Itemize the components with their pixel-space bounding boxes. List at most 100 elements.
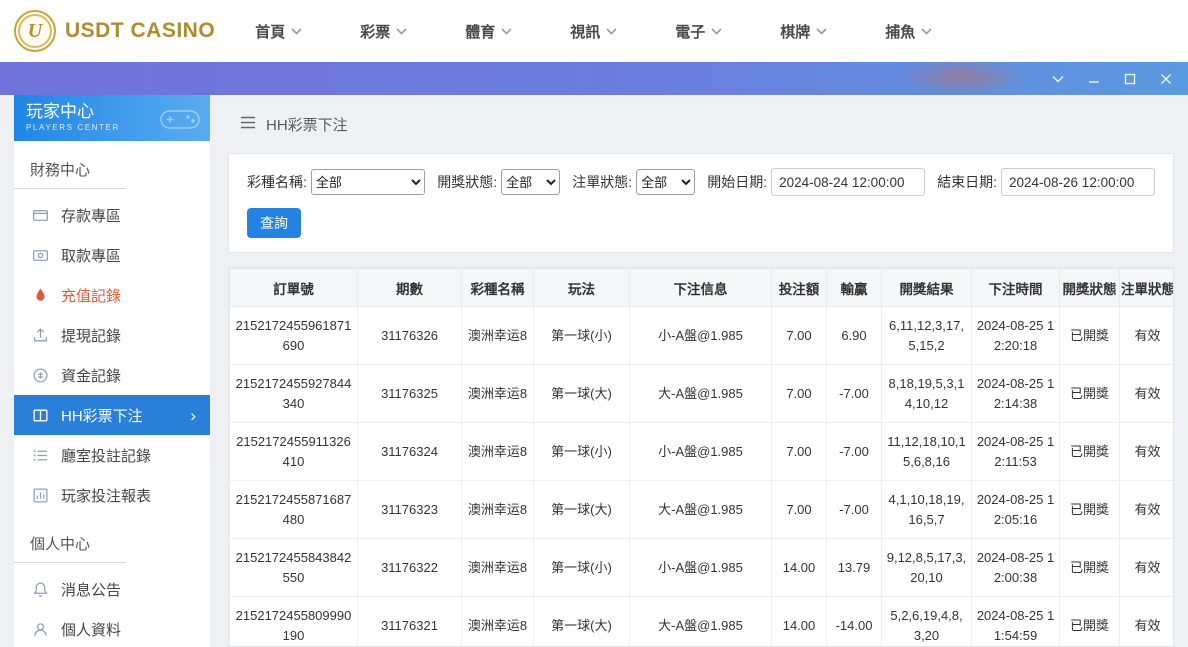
cell-lottery: 澳洲幸运8 [461, 306, 534, 365]
nav-label: 棋牌 [780, 23, 811, 41]
report-icon [32, 487, 49, 504]
nav-item-video[interactable]: 視訊 [570, 21, 617, 42]
nav-label: 視訊 [570, 23, 601, 41]
brand-logo[interactable]: U USDT CASINO [14, 10, 215, 52]
cell-draw-status: 已開獎 [1059, 306, 1120, 365]
cell-draw-status: 已開獎 [1059, 422, 1120, 481]
cell-result: 5,2,6,19,4,8,3,20 [881, 596, 972, 646]
cell-order-no: 2152172455961871690 [229, 306, 358, 365]
cell-lottery: 澳洲幸运8 [461, 480, 534, 539]
cell-lottery: 澳洲幸运8 [461, 538, 534, 597]
start-date-input[interactable] [771, 168, 926, 196]
sidebar-item-cashout-record[interactable]: 提現記錄 [14, 315, 210, 355]
nav-item-sports[interactable]: 體育 [465, 21, 512, 42]
lottery-icon [32, 407, 49, 424]
bets-table: 訂單號 期數 彩種名稱 玩法 下注信息 投注額 輸贏 開獎結果 下注時間 開獎狀… [229, 268, 1173, 646]
col-lottery-name: 彩種名稱 [461, 268, 534, 307]
nav-item-home[interactable]: 首頁 [255, 21, 302, 42]
table-row: 2152172455843842550 31176322 澳洲幸运8 第一球(小… [229, 538, 1173, 597]
cell-amount: 14.00 [771, 596, 827, 646]
sidebar-item-hh-lottery-bets[interactable]: HH彩票下注 › [14, 395, 210, 435]
chevron-down-icon [501, 27, 512, 35]
table-row: 2152172455927844340 31176325 澳洲幸运8 第一球(大… [229, 364, 1173, 423]
recharge-icon [32, 287, 49, 304]
cell-order-status: 有效 [1119, 480, 1173, 539]
nav-label: 彩票 [360, 23, 391, 41]
cell-play: 第一球(小) [533, 422, 630, 481]
cell-bet-info: 小-A盤@1.985 [629, 306, 772, 365]
sidebar-item-funds-record[interactable]: 資金記錄 [14, 355, 210, 395]
cell-bet-time: 2024-08-25 12:11:53 [971, 422, 1060, 481]
cell-play: 第一球(大) [533, 480, 630, 539]
sidebar: 玩家中心 PLAYERS CENTER 財務中心 存款專區 取款專區 充值記錄 … [14, 95, 210, 647]
deposit-icon [32, 207, 49, 224]
gamepad-icon [160, 110, 200, 129]
lottery-name-label: 彩種名稱: [247, 174, 307, 190]
chevron-right-icon: › [190, 405, 196, 425]
nav-item-lottery[interactable]: 彩票 [360, 21, 407, 42]
sidebar-item-label: 廳室投註記錄 [61, 447, 152, 465]
sidebar-item-deposit[interactable]: 存款專區 [14, 195, 210, 235]
cell-order-status: 有效 [1119, 364, 1173, 423]
col-bet-time: 下注時間 [971, 268, 1060, 307]
cell-period: 31176325 [357, 364, 462, 423]
table-row: 2152172455911326410 31176324 澳洲幸运8 第一球(小… [229, 422, 1173, 481]
nav-item-slots[interactable]: 電子 [675, 21, 722, 42]
cell-play: 第一球(小) [533, 306, 630, 365]
sidebar-item-withdraw[interactable]: 取款專區 [14, 235, 210, 275]
window-minimize-icon[interactable] [1086, 71, 1102, 87]
cell-amount: 7.00 [771, 480, 827, 539]
sidebar-item-label: HH彩票下注 [61, 407, 143, 425]
cell-play: 第一球(大) [533, 596, 630, 646]
cell-win-loss: 6.90 [826, 306, 882, 365]
nav-label: 電子 [675, 23, 706, 41]
lottery-name-select[interactable]: 全部 [310, 169, 426, 195]
sidebar-item-label: 存款專區 [61, 207, 122, 225]
cell-order-status: 有效 [1119, 306, 1173, 365]
sidebar-item-recharge-record[interactable]: 充值記錄 [14, 275, 210, 315]
page-title: HH彩票下注 [266, 116, 348, 134]
col-order-status: 注單狀態 [1119, 268, 1173, 307]
query-button[interactable]: 查詢 [247, 208, 301, 238]
cell-period: 31176322 [357, 538, 462, 597]
cell-win-loss: -7.00 [826, 364, 882, 423]
cell-win-loss: -7.00 [826, 480, 882, 539]
cell-draw-status: 已開獎 [1059, 538, 1120, 597]
players-center-header: 玩家中心 PLAYERS CENTER [14, 95, 210, 141]
end-date-input[interactable] [1001, 168, 1155, 196]
cell-amount: 7.00 [771, 422, 827, 481]
chevron-down-icon [711, 27, 722, 35]
sidebar-item-profile[interactable]: 個人資料 [14, 609, 210, 647]
menu-toggle-icon[interactable] [240, 116, 256, 133]
sidebar-item-hall-bet-record[interactable]: 廳室投註記錄 [14, 435, 210, 475]
cell-play: 第一球(大) [533, 364, 630, 423]
col-draw-result: 開獎結果 [881, 268, 972, 307]
sidebar-item-announcements[interactable]: 消息公告 [14, 569, 210, 609]
end-date-label: 結束日期: [937, 174, 997, 190]
cell-win-loss: 13.79 [826, 538, 882, 597]
cell-period: 31176323 [357, 480, 462, 539]
cell-lottery: 澳洲幸运8 [461, 596, 534, 646]
window-collapse-icon[interactable] [1050, 71, 1066, 87]
cell-amount: 7.00 [771, 306, 827, 365]
cell-bet-time: 2024-08-25 12:00:38 [971, 538, 1060, 597]
cashout-icon [32, 327, 49, 344]
breadcrumb: HH彩票下注 [228, 95, 1174, 153]
section-personal-center: 個人中心 [14, 515, 126, 563]
content-area: 玩家中心 PLAYERS CENTER 財務中心 存款專區 取款專區 充值記錄 … [0, 95, 1188, 647]
order-status-select[interactable]: 全部 [636, 169, 696, 195]
sidebar-item-label: 充值記錄 [61, 287, 122, 305]
window-close-icon[interactable] [1158, 71, 1174, 87]
cell-draw-status: 已開獎 [1059, 596, 1120, 646]
chevron-down-icon [816, 27, 827, 35]
chevron-down-icon [606, 27, 617, 35]
nav-item-cards[interactable]: 棋牌 [780, 21, 827, 42]
cell-result: 4,1,10,18,19,16,5,7 [881, 480, 972, 539]
sidebar-item-player-bet-report[interactable]: 玩家投注報表 [14, 475, 210, 515]
cell-period: 31176326 [357, 306, 462, 365]
draw-status-select[interactable]: 全部 [501, 169, 561, 195]
withdraw-icon [32, 247, 49, 264]
cell-period: 31176324 [357, 422, 462, 481]
nav-item-fishing[interactable]: 捕魚 [885, 21, 932, 42]
window-maximize-icon[interactable] [1122, 71, 1138, 87]
